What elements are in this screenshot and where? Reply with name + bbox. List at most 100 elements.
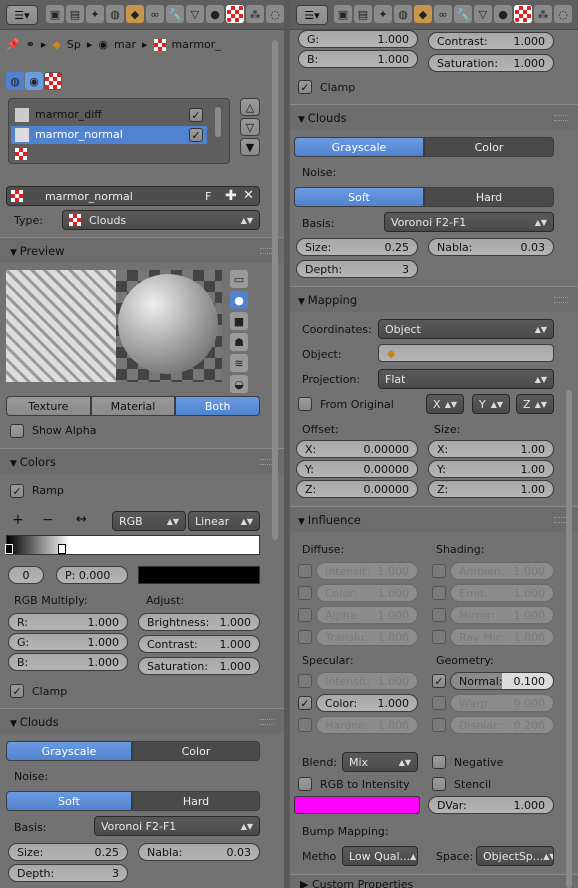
drag-grip-icon[interactable] <box>554 297 568 303</box>
diffuse-translucency-field[interactable]: Translu: 1.000 <box>316 628 418 646</box>
soft-noise-button[interactable]: Soft <box>294 187 424 207</box>
saturation-field[interactable]: Saturation: 1.000 <box>138 657 260 675</box>
hardness-checkbox[interactable] <box>298 718 312 732</box>
monkey-icon[interactable]: ☗ <box>230 333 248 351</box>
contrast-field[interactable]: Contrast: 1.000 <box>138 635 260 653</box>
nabla-field[interactable]: Nabla: 0.03 <box>428 238 554 256</box>
ray-mirror-checkbox[interactable] <box>432 630 446 644</box>
physics-icon[interactable]: ◌ <box>554 5 572 23</box>
coordinates-select[interactable]: Object ▲▼ <box>378 319 554 339</box>
list-item[interactable]: marmor_diff ✓ <box>11 106 207 124</box>
clouds-panel-header[interactable]: Clouds <box>0 708 284 734</box>
size-field[interactable]: Size: 0.25 <box>8 843 128 861</box>
hardness-field[interactable]: Hardne: 1.000 <box>316 716 418 734</box>
list-item[interactable]: marmor_normal ✓ <box>11 126 207 144</box>
world-icon[interactable]: ◍ <box>106 5 124 23</box>
offset-y-field[interactable]: Y: 0.00000 <box>296 460 418 478</box>
clouds-panel-header[interactable]: Clouds <box>290 104 578 130</box>
object-field[interactable]: ◆ <box>378 344 554 362</box>
move-up-button[interactable]: △ <box>240 98 260 116</box>
grayscale-button[interactable]: Grayscale <box>6 741 132 761</box>
color-button[interactable]: Color <box>132 741 260 761</box>
list-item-checkbox[interactable]: ✓ <box>189 108 203 122</box>
preview-panel-header[interactable]: Preview <box>0 237 284 263</box>
material-icon[interactable]: ● <box>494 5 512 23</box>
soft-noise-button[interactable]: Soft <box>6 791 132 811</box>
list-scrollbar[interactable] <box>215 107 221 137</box>
ray-mirror-field[interactable]: Ray Mir: 1.000 <box>450 628 554 646</box>
material-icon[interactable]: ● <box>206 5 224 23</box>
list-item-checkbox[interactable]: ✓ <box>189 128 203 142</box>
diffuse-alpha-field[interactable]: Alpha: 1.000 <box>316 606 418 624</box>
pin-icon[interactable]: 📌 <box>6 38 20 51</box>
rgb-to-intensity-checkbox[interactable] <box>298 777 312 791</box>
hard-noise-button[interactable]: Hard <box>424 187 554 207</box>
b-multiply-field[interactable]: B: 1.000 <box>8 653 128 671</box>
offset-z-field[interactable]: Z: 0.00000 <box>296 480 418 498</box>
specular-intensity-field[interactable]: Intensit: 1.000 <box>316 672 418 690</box>
data-icon[interactable]: ▽ <box>474 5 492 23</box>
axis-y-select[interactable]: Y ▲▼ <box>472 394 510 414</box>
sphere-icon[interactable]: ● <box>230 291 248 309</box>
hard-noise-button[interactable]: Hard <box>132 791 260 811</box>
clamp-checkbox[interactable]: ✓ <box>298 80 312 94</box>
modifiers-icon[interactable]: 🔧 <box>454 5 472 23</box>
particles-icon[interactable]: ⁂ <box>246 5 264 23</box>
diffuse-intensity-checkbox[interactable] <box>298 564 312 578</box>
ramp-checkbox[interactable]: ✓ <box>10 484 24 498</box>
world-icon[interactable]: ◍ <box>394 5 412 23</box>
color-button[interactable]: Color <box>424 137 554 157</box>
plane-icon[interactable]: ▭ <box>230 270 248 288</box>
breadcrumb-item[interactable]: Sp <box>67 38 81 51</box>
ramp-stop-handle[interactable] <box>58 544 66 554</box>
ramp-interpolation-select[interactable]: Linear ▲▼ <box>188 511 260 531</box>
depth-field[interactable]: Depth: 3 <box>8 864 128 882</box>
scene-icon[interactable]: ✦ <box>374 5 392 23</box>
displace-field[interactable]: Displac: 0.200 <box>450 716 554 734</box>
tab-both[interactable]: Both <box>175 396 261 416</box>
editor-type-button[interactable]: ☰▾ <box>296 5 328 25</box>
diffuse-color-field[interactable]: Color: 1.000 <box>316 584 418 602</box>
projection-select[interactable]: Flat ▲▼ <box>378 369 554 389</box>
scene-icon[interactable]: ✦ <box>86 5 104 23</box>
tab-texture[interactable]: Texture <box>6 396 91 416</box>
ramp-stop-handle[interactable] <box>5 544 13 554</box>
add-icon[interactable]: ✚ <box>225 188 237 204</box>
clamp-checkbox[interactable]: ✓ <box>10 684 24 698</box>
mirror-field[interactable]: Mirror: 1.000 <box>450 606 554 624</box>
ambient-checkbox[interactable] <box>432 564 446 578</box>
add-stop-icon[interactable]: + <box>12 512 24 528</box>
texture-name-field[interactable]: marmor_normal <box>45 190 133 203</box>
left-scrollbar[interactable] <box>272 40 278 540</box>
specular-color-field[interactable]: Color: 1.000 <box>316 694 418 712</box>
physics-icon[interactable]: ◌ <box>266 5 284 23</box>
saturation-field[interactable]: Saturation: 1.000 <box>428 54 554 72</box>
right-scrollbar[interactable] <box>566 390 572 888</box>
world-texture-icon[interactable]: ◍ <box>6 72 24 90</box>
influence-panel-header[interactable]: Influence <box>290 506 578 532</box>
fake-user-button[interactable]: F <box>205 190 211 203</box>
texture-type-select[interactable]: Clouds ▲▼ <box>62 210 260 230</box>
texture-icon[interactable] <box>514 5 532 23</box>
brightness-field[interactable]: Brightness: 1.000 <box>138 613 260 631</box>
size-field[interactable]: Size: 0.25 <box>296 238 418 256</box>
ramp-stop-index[interactable]: 0 <box>8 566 44 584</box>
offset-x-field[interactable]: X: 0.00000 <box>296 440 418 458</box>
blend-color-swatch[interactable] <box>294 796 420 814</box>
axis-z-select[interactable]: Z ▲▼ <box>516 394 554 414</box>
dvar-field[interactable]: DVar: 1.000 <box>428 796 554 814</box>
emit-checkbox[interactable] <box>432 586 446 600</box>
show-alpha-checkbox[interactable] <box>10 424 24 438</box>
particles-icon[interactable]: ⁂ <box>534 5 552 23</box>
b-multiply-field[interactable]: B: 1.000 <box>298 50 418 68</box>
breadcrumb-item[interactable]: mar <box>114 38 136 51</box>
size-y-field[interactable]: Y: 1.00 <box>428 460 554 478</box>
contrast-field[interactable]: Contrast: 1.000 <box>428 32 554 50</box>
constraints-icon[interactable]: ∞ <box>434 5 452 23</box>
modifiers-icon[interactable]: 🔧 <box>166 5 184 23</box>
constraints-icon[interactable]: ∞ <box>146 5 164 23</box>
g-multiply-field[interactable]: G: 1.000 <box>298 30 418 48</box>
close-icon[interactable]: ✕ <box>243 188 254 203</box>
render-layers-icon[interactable]: ▤ <box>354 5 372 23</box>
from-original-checkbox[interactable] <box>298 397 312 411</box>
